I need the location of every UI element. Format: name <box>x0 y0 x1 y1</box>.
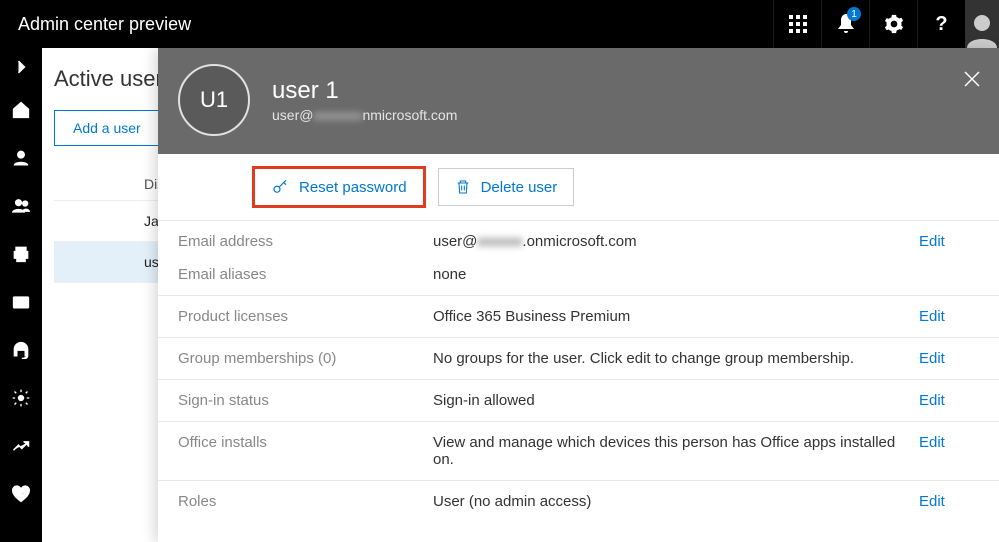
chevron-right-icon <box>11 57 31 77</box>
waffle-icon <box>789 15 807 33</box>
nav-groups[interactable] <box>0 182 42 230</box>
nav-settings[interactable] <box>0 374 42 422</box>
settings-button[interactable] <box>869 0 917 48</box>
top-bar: Admin center preview 1 ? <box>0 0 999 48</box>
nav-support[interactable] <box>0 326 42 374</box>
account-button[interactable] <box>965 0 999 48</box>
user-avatar: U1 <box>178 64 250 136</box>
notifications-button[interactable]: 1 <box>821 0 869 48</box>
detail-installs: Office installs View and manage which de… <box>158 421 999 480</box>
app-title: Admin center preview <box>18 14 191 35</box>
edit-licenses-link[interactable]: Edit <box>919 308 979 325</box>
app-launcher-button[interactable] <box>773 0 821 48</box>
chart-icon <box>11 436 31 456</box>
topbar-actions: 1 ? <box>773 0 999 48</box>
headset-icon <box>11 340 31 360</box>
detail-signin: Sign-in status Sign-in allowed Edit <box>158 379 999 421</box>
nav-resources[interactable] <box>0 230 42 278</box>
nav-billing[interactable] <box>0 278 42 326</box>
user-email: user@xxxxxxxnmicrosoft.com <box>272 107 457 123</box>
edit-roles-link[interactable]: Edit <box>919 493 979 510</box>
close-panel-button[interactable] <box>963 70 981 93</box>
home-icon <box>11 100 31 120</box>
edit-groups-link[interactable]: Edit <box>919 350 979 367</box>
settings-icon <box>11 388 31 408</box>
question-icon: ? <box>935 13 947 36</box>
user-detail-panel: U1 user 1 user@xxxxxxxnmicrosoft.com Res… <box>158 48 999 542</box>
user-display-name: user 1 <box>272 77 457 105</box>
card-icon <box>11 292 31 312</box>
edit-signin-link[interactable]: Edit <box>919 392 979 409</box>
gear-icon <box>884 14 904 34</box>
detail-groups: Group memberships (0) No groups for the … <box>158 337 999 379</box>
heart-icon <box>11 484 31 504</box>
notification-badge: 1 <box>847 7 861 21</box>
trash-icon <box>455 178 471 196</box>
detail-licenses: Product licenses Office 365 Business Pre… <box>158 295 999 337</box>
detail-roles: Roles User (no admin access) Edit <box>158 480 999 522</box>
detail-email: Email address user@xxxxxx.onmicrosoft.co… <box>158 220 999 262</box>
nav-home[interactable] <box>0 86 42 134</box>
printer-icon <box>11 244 31 264</box>
help-button[interactable]: ? <box>917 0 965 48</box>
close-icon <box>963 70 981 88</box>
panel-header: U1 user 1 user@xxxxxxxnmicrosoft.com <box>158 48 999 154</box>
person-icon <box>967 12 997 48</box>
detail-aliases: Email aliases none <box>158 262 999 295</box>
sidebar-nav <box>0 48 42 542</box>
panel-actions: Reset password Delete user <box>158 154 999 220</box>
users-icon <box>11 196 31 216</box>
reset-password-button[interactable]: Reset password <box>254 168 424 206</box>
nav-users[interactable] <box>0 134 42 182</box>
edit-email-link[interactable]: Edit <box>919 233 979 250</box>
delete-user-button[interactable]: Delete user <box>438 168 575 206</box>
expand-nav-button[interactable] <box>0 48 42 86</box>
edit-installs-link[interactable]: Edit <box>919 434 979 468</box>
nav-reports[interactable] <box>0 422 42 470</box>
user-icon <box>11 148 31 168</box>
add-user-button[interactable]: Add a user <box>54 110 160 146</box>
key-icon <box>271 178 289 196</box>
nav-health[interactable] <box>0 470 42 518</box>
